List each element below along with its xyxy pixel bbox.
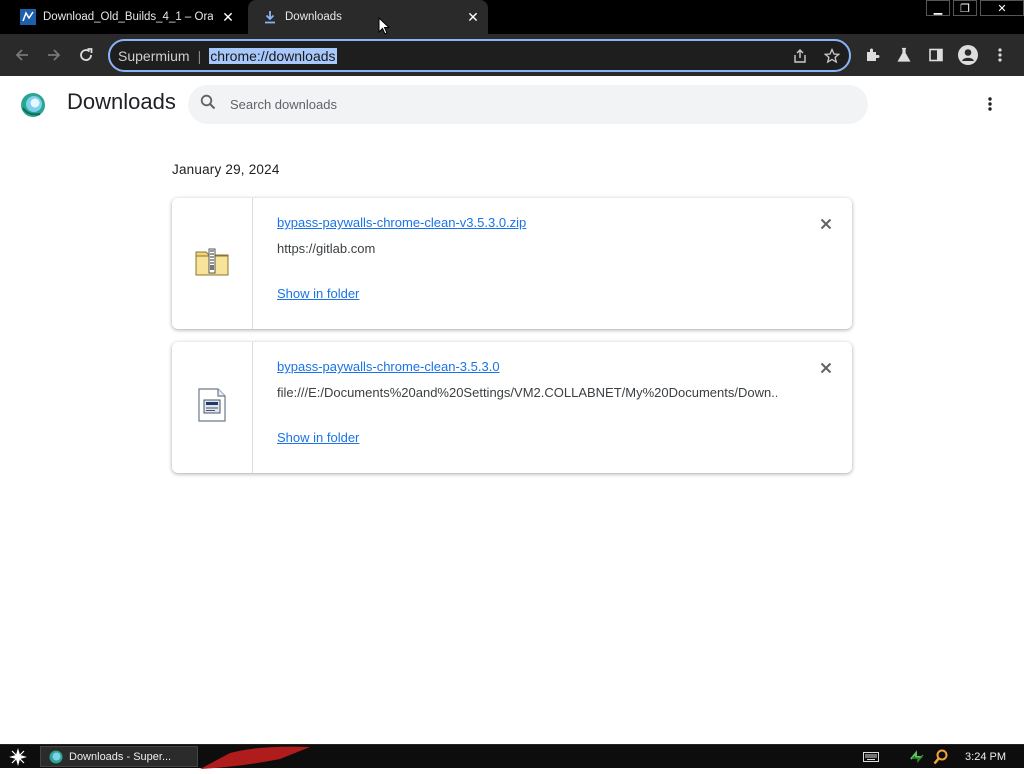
page-title: Downloads bbox=[67, 89, 176, 114]
search-icon bbox=[200, 94, 216, 115]
supermium-taskbar-icon bbox=[49, 750, 63, 764]
start-star-icon[interactable] bbox=[8, 747, 28, 767]
downloads-menu-kebab-icon[interactable] bbox=[978, 92, 1002, 116]
keyboard-icon[interactable] bbox=[863, 752, 880, 762]
labs-flask-icon[interactable] bbox=[888, 39, 920, 71]
forward-arrow-icon[interactable] bbox=[38, 39, 70, 71]
downloads-header: Downloads bbox=[0, 76, 1024, 132]
download-source-url[interactable]: https://gitlab.com bbox=[277, 241, 375, 256]
remove-download-close-icon[interactable] bbox=[816, 358, 836, 378]
download-favicon-icon bbox=[262, 9, 278, 25]
browser-menu-kebab-icon[interactable] bbox=[984, 39, 1016, 71]
download-item: bypass-paywalls-chrome-clean-v3.5.3.0.zi… bbox=[172, 198, 852, 329]
browser-toolbar: Supermium | chrome://downloads bbox=[0, 34, 1024, 76]
taskbar-window-button[interactable]: Downloads - Super... bbox=[40, 746, 198, 767]
os-taskbar: Downloads - Super... 3:24 PM bbox=[0, 744, 1024, 769]
toolbar-right-actions bbox=[856, 39, 1016, 71]
bookmark-star-icon[interactable] bbox=[821, 46, 843, 66]
search-input[interactable] bbox=[230, 97, 830, 112]
taskbar-decoration bbox=[200, 745, 320, 769]
window-close-icon[interactable]: ✕ bbox=[980, 0, 1024, 16]
show-in-folder-link[interactable]: Show in folder bbox=[277, 286, 359, 301]
tab-title: Downloads bbox=[285, 11, 342, 23]
tab-strip: Download_Old_Builds_4_1 – Oracle ✕ Downl… bbox=[0, 0, 1024, 34]
back-arrow-icon[interactable] bbox=[6, 39, 38, 71]
download-item: bypass-paywalls-chrome-clean-3.5.3.0 fil… bbox=[172, 342, 852, 473]
mouse-cursor-icon bbox=[378, 16, 391, 40]
zip-folder-icon bbox=[195, 246, 229, 281]
supermium-logo-icon bbox=[20, 92, 46, 118]
side-panel-icon[interactable] bbox=[920, 39, 952, 71]
omnibox-divider: | bbox=[197, 47, 202, 64]
omnibox-url-text[interactable]: chrome://downloads bbox=[209, 47, 337, 64]
search-box[interactable] bbox=[188, 85, 868, 124]
restore-icon[interactable]: ❐ bbox=[953, 0, 977, 16]
omnibox-actions bbox=[779, 46, 843, 66]
date-group-heading: January 29, 2024 bbox=[172, 162, 280, 177]
download-source-url[interactable]: file:///E:/Documents%20and%20Settings/VM… bbox=[277, 385, 777, 400]
download-file-icon-column bbox=[172, 342, 253, 473]
close-tab-icon[interactable]: ✕ bbox=[464, 8, 482, 26]
network-arrows-icon[interactable] bbox=[909, 749, 925, 765]
file-icon bbox=[198, 388, 226, 427]
close-tab-icon[interactable]: ✕ bbox=[219, 8, 237, 26]
profile-avatar-icon[interactable] bbox=[952, 39, 984, 71]
taskbar-window-label: Downloads - Super... bbox=[69, 750, 172, 763]
extensions-puzzle-icon[interactable] bbox=[856, 39, 888, 71]
address-bar[interactable]: Supermium | chrome://downloads bbox=[108, 39, 851, 72]
search-magnifier-tray-icon[interactable] bbox=[933, 749, 949, 765]
window-controls: ▁ ❐ ✕ bbox=[923, 0, 1024, 18]
show-in-folder-link[interactable]: Show in folder bbox=[277, 430, 359, 445]
system-tray: 3:24 PM bbox=[855, 745, 1024, 769]
download-filename-link[interactable]: bypass-paywalls-chrome-clean-3.5.3.0 bbox=[277, 359, 500, 374]
clock: 3:24 PM bbox=[965, 751, 1006, 763]
minimize-icon[interactable]: ▁ bbox=[926, 0, 950, 16]
download-filename-link[interactable]: bypass-paywalls-chrome-clean-v3.5.3.0.zi… bbox=[277, 215, 526, 230]
oracle-favicon-icon bbox=[20, 9, 36, 25]
reload-icon[interactable] bbox=[70, 39, 102, 71]
omnibox-site-chip: Supermium bbox=[118, 47, 190, 64]
remove-download-close-icon[interactable] bbox=[816, 214, 836, 234]
download-file-icon-column bbox=[172, 198, 253, 329]
tab-downloads[interactable]: Downloads ✕ bbox=[248, 0, 488, 34]
share-icon[interactable] bbox=[789, 46, 811, 66]
tab-oracle[interactable]: Download_Old_Builds_4_1 – Oracle ✕ bbox=[0, 0, 248, 34]
tab-title: Download_Old_Builds_4_1 – Oracle bbox=[43, 11, 213, 23]
